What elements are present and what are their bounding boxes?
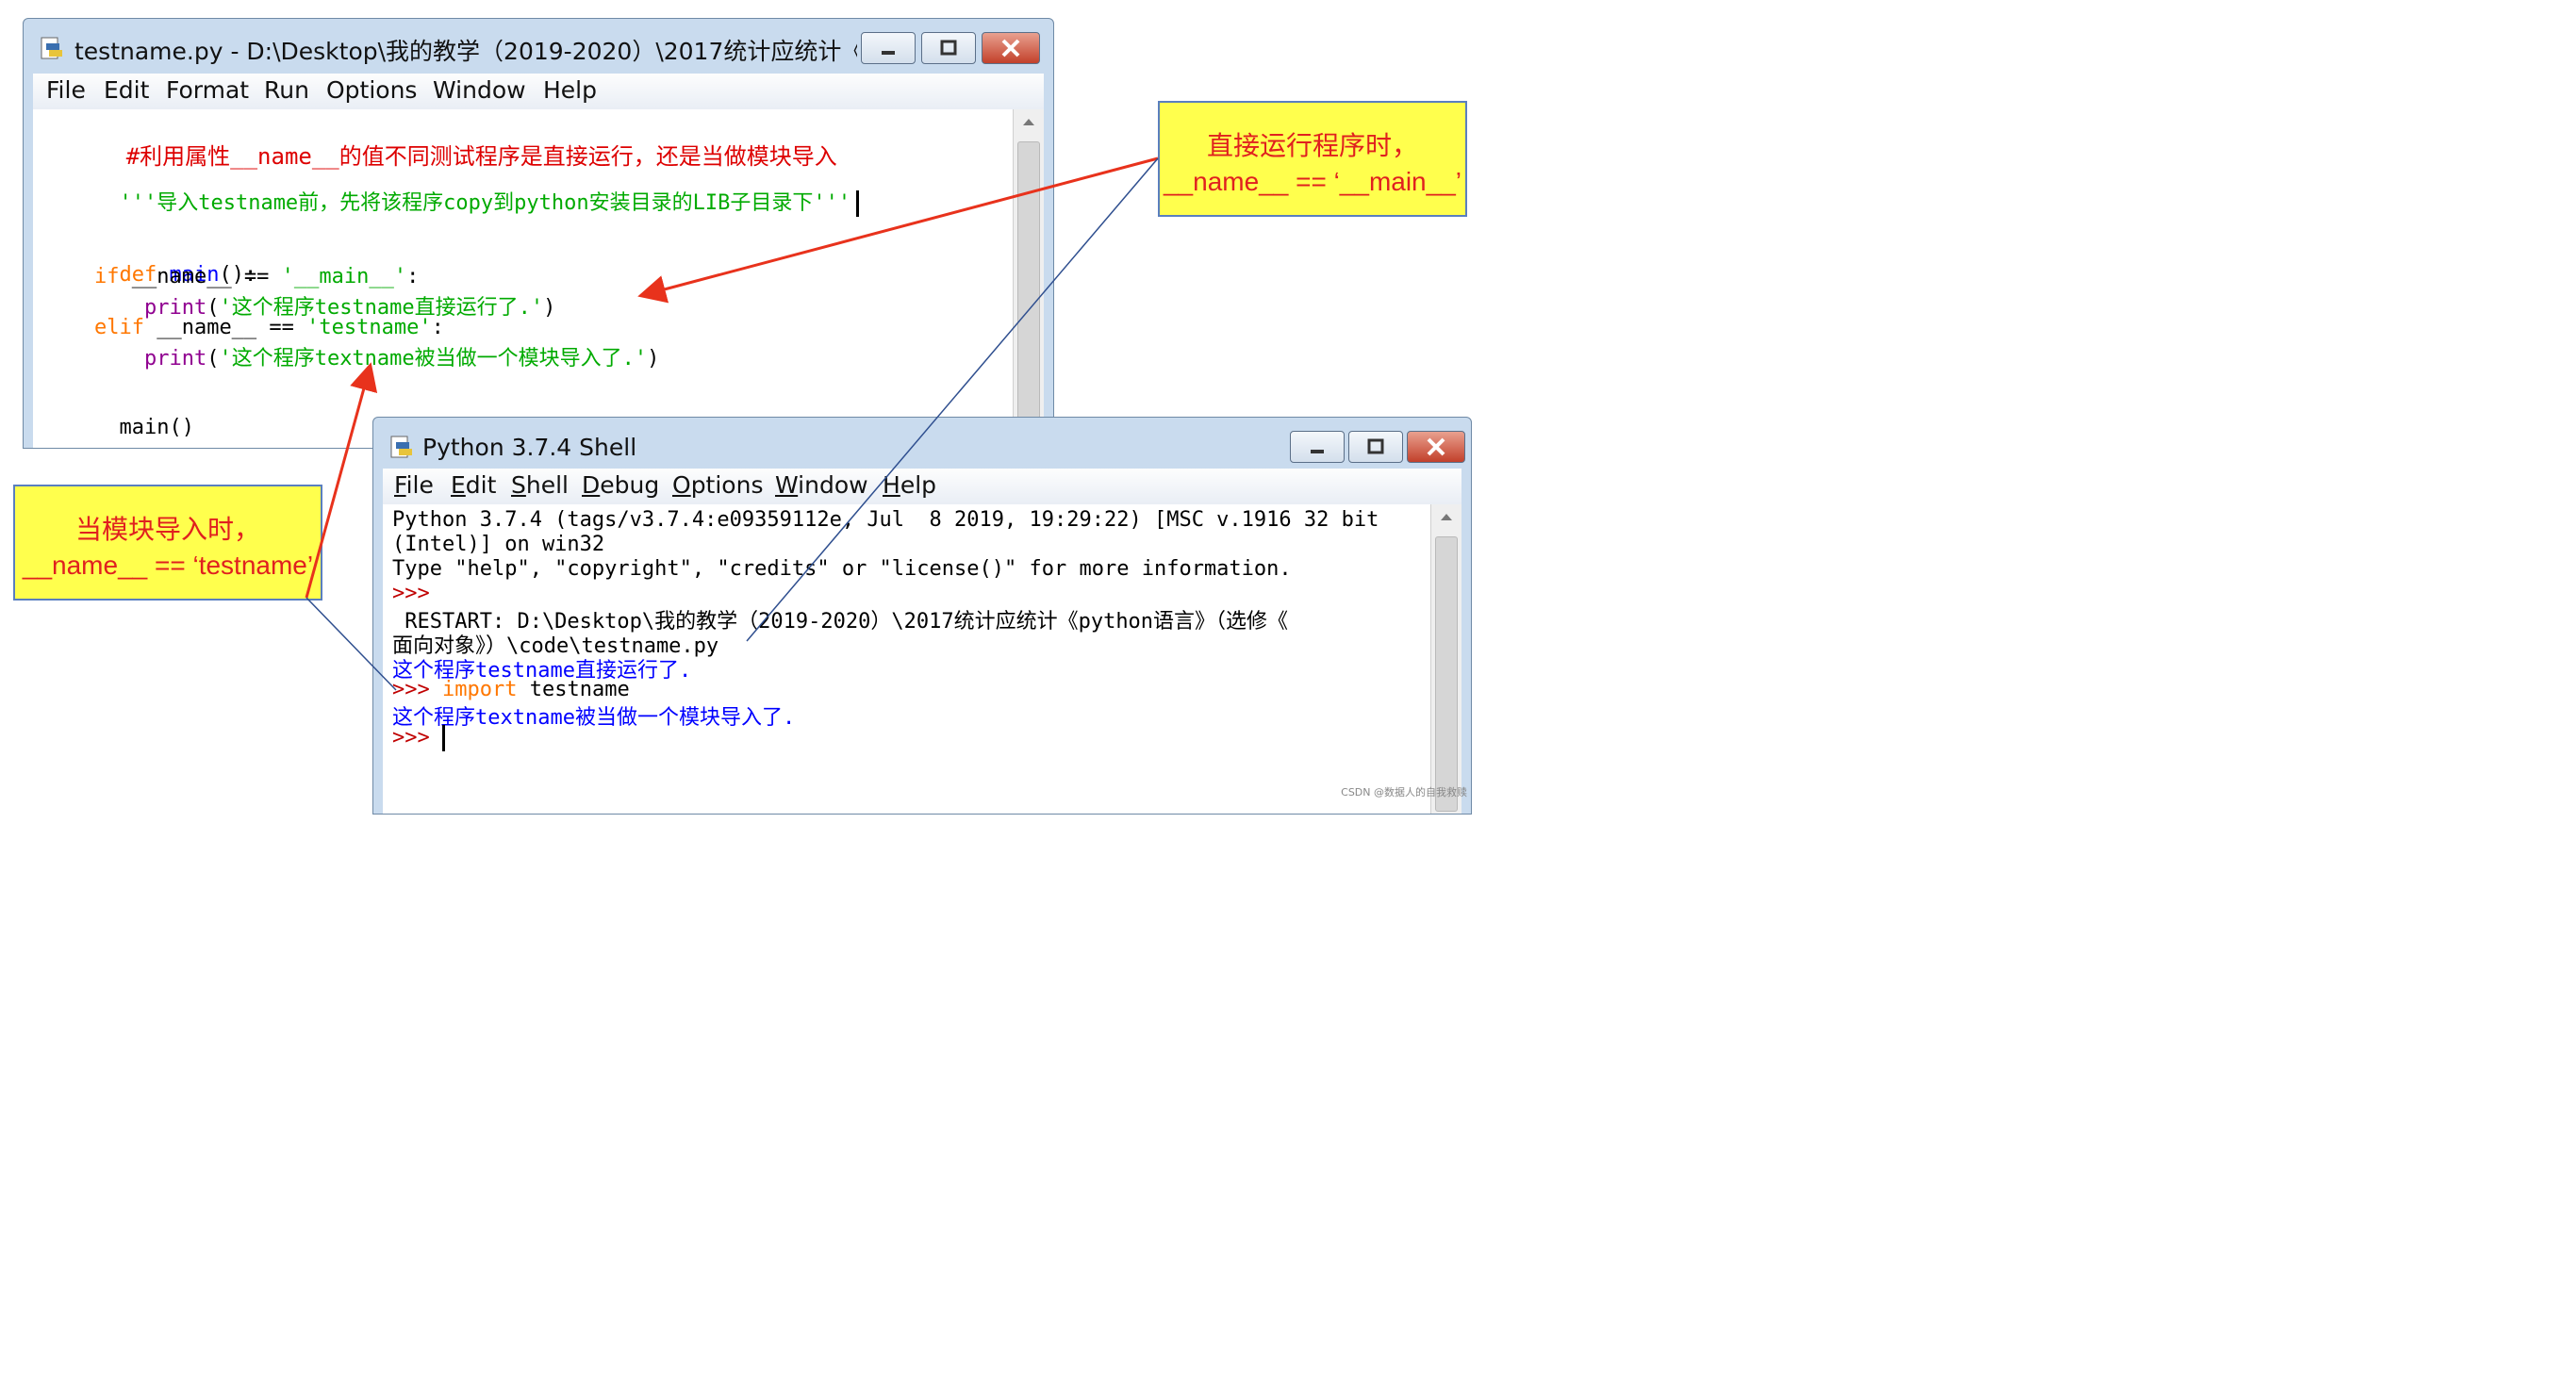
editor-title: testname.py - D:\Desktop\我的教学（2019-2020）…	[74, 38, 857, 65]
callout-direct-line1: 直接运行程序时，	[1206, 131, 1418, 160]
shell-output-module: 这个程序textname被当做一个模块导入了.	[392, 706, 796, 730]
print2-string: '这个程序textname被当做一个模块导入了.'	[219, 347, 648, 370]
import-module: testname	[517, 678, 630, 701]
callout-module-line2: __name__ == ‘testname’	[22, 551, 314, 580]
python-shell-icon	[388, 435, 415, 461]
editor-menu-bar: File Edit Format Run Options Window Help	[33, 74, 1044, 109]
editor-menu-edit[interactable]: Edit	[104, 76, 149, 104]
if-string: '__main__'	[281, 265, 407, 288]
shell-text-area[interactable]: Python 3.7.4 (tags/v3.7.4:e09359112e, Ju…	[383, 504, 1461, 814]
close-button[interactable]	[982, 32, 1040, 64]
editor-menu-help[interactable]: Help	[543, 76, 597, 104]
close-icon	[1001, 39, 1020, 58]
code-line-docstring: '''导入testname前，先将该程序copy到python安装目录的LIB子…	[44, 162, 860, 240]
minimize-button[interactable]	[861, 32, 916, 64]
elif-keyword: elif	[93, 316, 144, 339]
shell-cursor	[442, 725, 445, 751]
elif-colon: :	[431, 316, 444, 339]
shell-line-version: Python 3.7.4 (tags/v3.7.4:e09359112e, Ju…	[392, 508, 1379, 532]
shell-prompt: >>>	[392, 726, 430, 749]
shell-line-platform: (Intel)] on win32	[392, 533, 605, 556]
callout-module-import: 当模块导入时， __name__ == ‘testname’	[13, 485, 322, 601]
shell-close-button[interactable]	[1407, 431, 1465, 463]
shell-menu-shell[interactable]: Shell	[511, 471, 569, 499]
editor-menu-run[interactable]: Run	[264, 76, 309, 104]
scroll-up-icon[interactable]	[1014, 109, 1044, 134]
shell-line-import: >>> import testname	[392, 678, 630, 701]
code-line-main-call: main()	[44, 392, 194, 448]
docstring-text: '''导入testname前，先将该程序copy到python安装目录的LIB子…	[119, 191, 851, 215]
shell-minimize-button[interactable]	[1290, 431, 1345, 463]
maximize-icon	[1367, 438, 1384, 454]
editor-menu-options[interactable]: Options	[326, 76, 417, 104]
scroll-up-icon[interactable]	[1431, 504, 1461, 529]
shell-scroll-thumb[interactable]	[1435, 536, 1458, 812]
callout-direct-line2: __name__ == ‘__main__’	[1163, 167, 1461, 196]
shell-prompt: >>>	[392, 582, 430, 605]
maximize-icon	[940, 40, 957, 56]
import-keyword: import	[442, 678, 518, 701]
shell-line-input[interactable]: >>>	[392, 725, 445, 751]
elif-condition: __name__ ==	[143, 316, 307, 339]
shell-maximize-button[interactable]	[1348, 431, 1403, 463]
editor-menu-format[interactable]: Format	[166, 76, 249, 104]
paren-close: )	[647, 347, 660, 370]
shell-prompt: >>>	[392, 678, 430, 701]
shell-line-help: Type "help", "copyright", "credits" or "…	[392, 557, 1292, 581]
maximize-button[interactable]	[921, 32, 976, 64]
shell-menu-options[interactable]: Options	[672, 471, 763, 499]
shell-scrollbar[interactable]	[1430, 504, 1461, 814]
callout-direct-run: 直接运行程序时， __name__ == ‘__main__’	[1158, 101, 1467, 217]
close-icon	[1427, 437, 1445, 456]
python-file-icon	[39, 36, 65, 62]
shell-menu-window[interactable]: Window	[775, 471, 868, 499]
minimize-icon	[1311, 450, 1324, 453]
shell-menu-file[interactable]: File	[394, 471, 434, 499]
paren-close: )	[543, 296, 556, 320]
editor-scroll-thumb[interactable]	[1017, 141, 1040, 445]
if-condition: __name__ ==	[119, 265, 282, 288]
if-colon: :	[406, 265, 420, 288]
shell-menu-bar: File Edit Shell Debug Options Window Hel…	[383, 469, 1461, 504]
watermark: CSDN @数据人的自我救赎	[1341, 786, 1467, 798]
elif-string: 'testname'	[306, 316, 432, 339]
editor-text-area[interactable]: #利用属性__name__的值不同测试程序是直接运行，还是当做模块导入 '''导…	[33, 109, 1044, 448]
shell-menu-help[interactable]: Help	[883, 471, 936, 499]
editor-menu-window[interactable]: Window	[433, 76, 526, 104]
main-call: main()	[119, 416, 194, 439]
shell-window: Python 3.7.4 Shell File Edit Shell Debug…	[372, 417, 1472, 815]
shell-title: Python 3.7.4 Shell	[422, 434, 637, 461]
editor-window: testname.py - D:\Desktop\我的教学（2019-2020）…	[23, 18, 1054, 449]
shell-title-bar[interactable]: Python 3.7.4 Shell	[373, 418, 1471, 472]
shell-menu-edit[interactable]: Edit	[451, 471, 496, 499]
shell-menu-debug[interactable]: Debug	[582, 471, 659, 499]
editor-scrollbar[interactable]	[1013, 109, 1044, 448]
text-cursor	[856, 190, 860, 217]
print-builtin: print	[143, 347, 207, 370]
paren-open: (	[206, 347, 220, 370]
minimize-icon	[882, 51, 895, 55]
editor-menu-file[interactable]: File	[46, 76, 86, 104]
callout-module-line1: 当模块导入时，	[74, 515, 260, 544]
if-keyword: if	[93, 265, 120, 288]
code-line-print2: print('这个程序textname被当做一个模块导入了.')	[44, 341, 659, 395]
editor-title-bar[interactable]: testname.py - D:\Desktop\我的教学（2019-2020）…	[24, 19, 1053, 74]
